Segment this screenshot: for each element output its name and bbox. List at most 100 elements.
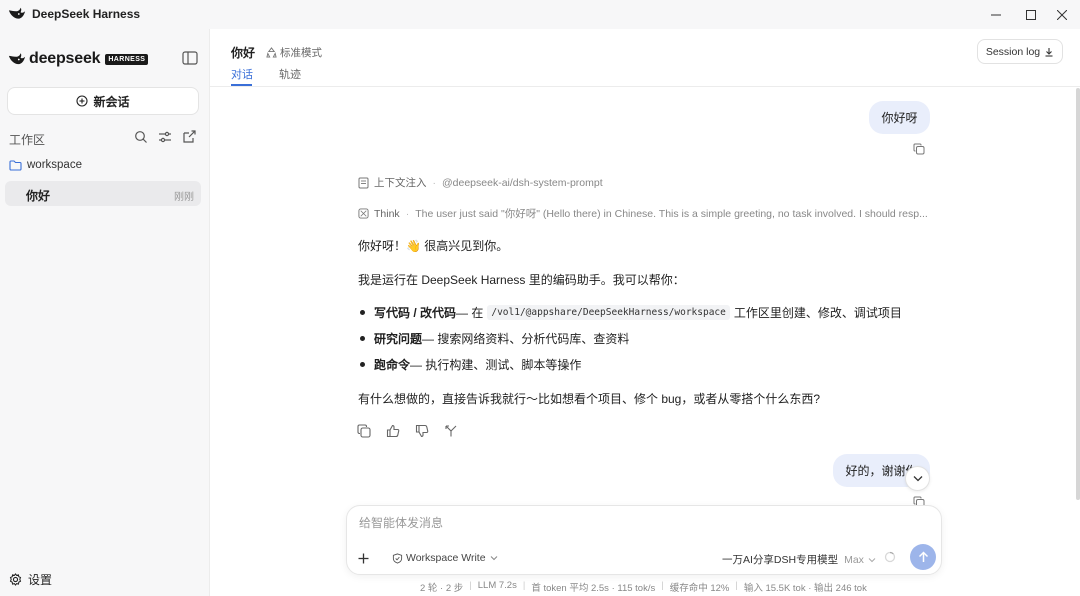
list-item: 研究问题 — 搜索网络资料、分析代码库、查资料 (358, 330, 629, 347)
session-log-label: Session log (985, 45, 1041, 58)
think-row[interactable]: Think · The user just said "你好呀" (Hello … (358, 206, 928, 221)
assistant-intro: 我是运行在 DeepSeek Harness 里的编码助手。我可以帮你： (358, 273, 685, 287)
title-bar: DeepSeek Harness (0, 0, 1080, 29)
close-button[interactable] (1044, 0, 1080, 29)
new-folder-icon[interactable] (182, 130, 196, 144)
tab-conversation[interactable]: 对话 (231, 66, 253, 82)
whale-logo-icon (8, 52, 26, 64)
recycle-icon (266, 47, 277, 58)
think-label: Think (374, 207, 400, 220)
chevron-down-icon (868, 557, 876, 562)
plus-circle-icon (76, 95, 89, 107)
context-label: 上下文注入 (374, 177, 427, 189)
settings-label: 设置 (28, 573, 53, 587)
chat-scrollbar[interactable] (1076, 88, 1080, 500)
separator-dot: · (405, 207, 410, 220)
status-tokens: 输入 15.5K tok · 输出 246 tok (743, 583, 867, 594)
folder-name: workspace (27, 159, 82, 171)
minimize-button[interactable] (978, 0, 1014, 29)
bullet-dot (360, 362, 365, 367)
session-title: 你好 (26, 189, 51, 203)
list-item-text: — 在 (456, 306, 484, 320)
sidebar-toggle-icon[interactable] (182, 51, 198, 65)
attach-button[interactable] (355, 550, 371, 566)
separator-dot: · (432, 176, 437, 189)
user-message: 你好呀 (869, 101, 930, 134)
session-log-button[interactable]: Session log (977, 39, 1063, 64)
copy-icon[interactable] (913, 143, 925, 155)
download-icon (1045, 47, 1053, 57)
copy-icon[interactable] (357, 424, 371, 438)
status-cache-hit: 缓存命中 12% (669, 583, 730, 594)
new-chat-button[interactable]: 新会话 (7, 87, 199, 115)
session-time: 刚刚 (174, 192, 194, 203)
logo-badge: HARNESS (105, 53, 149, 65)
chat-header: 你好 标准模式 对话 轨迹 Session log (210, 29, 1080, 87)
context-injection-row[interactable]: 上下文注入 · @deepseek-ai/dsh-system-prompt (358, 175, 603, 190)
close-icon (1057, 9, 1067, 20)
bullet-dot (360, 310, 365, 315)
status-llm-time: LLM 7.2s (477, 580, 517, 591)
filter-sliders-icon[interactable] (158, 130, 172, 144)
message-input[interactable] (359, 516, 919, 530)
permission-selector[interactable]: Workspace Write (392, 552, 501, 564)
logo-text: deepseek (29, 50, 101, 67)
user-message-text: 你好呀 (881, 111, 918, 125)
list-item: 写代码 / 改代码 — 在 /vol1/@appshare/DeepSeekHa… (358, 304, 902, 321)
brand-logo: deepseek HARNESS (8, 50, 149, 68)
status-first-token: 首 token 平均 2.5s · 115 tok/s (531, 583, 656, 594)
message-actions (357, 424, 473, 438)
scroll-to-bottom-button[interactable] (905, 466, 930, 491)
sidebar: deepseek HARNESS 新会话 工作区 workspace 你好 刚刚… (0, 29, 210, 596)
list-item-title: 研究问题 (374, 332, 423, 346)
assistant-closing: 有什么想做的，直接告诉我就行～比如想看个项目、修个 bug，或者从零搭个什么东西… (358, 392, 821, 406)
effort-level: Max (844, 553, 864, 566)
document-icon (358, 177, 369, 188)
chevron-down-icon (913, 476, 922, 482)
list-item-text: — 执行构建、测试、脚本等操作 (410, 358, 582, 372)
thumbs-down-icon[interactable] (415, 424, 429, 438)
active-tab-indicator (231, 84, 252, 86)
list-item: 跑命令 — 执行构建、测试、脚本等操作 (358, 356, 581, 373)
status-bar: 2 轮 · 2 步 | LLM 7.2s | 首 token 平均 2.5s ·… (420, 580, 867, 594)
workspace-label: 工作区 (9, 133, 46, 147)
branch-icon[interactable] (444, 424, 458, 438)
folder-workspace[interactable]: workspace (9, 159, 82, 171)
session-item[interactable]: 你好 刚刚 (5, 181, 201, 206)
minimize-icon (991, 14, 1001, 15)
gear-icon (9, 573, 22, 586)
arrow-up-icon (918, 551, 928, 562)
new-chat-label: 新会话 (93, 94, 130, 109)
bullet-dot (360, 336, 365, 341)
list-item-text: — 搜索网络资料、分析代码库、查资料 (422, 332, 630, 346)
maximize-icon (1026, 9, 1036, 20)
brain-icon (358, 208, 369, 219)
context-source: @deepseek-ai/dsh-system-prompt (442, 176, 603, 189)
chat-title: 你好 (231, 46, 256, 60)
think-text: The user just said "你好呀" (Hello there) i… (415, 208, 928, 220)
send-button[interactable] (910, 544, 936, 570)
status-separator: | (735, 580, 738, 591)
assistant-greeting: 你好呀！👋 很高兴见到你。 (358, 239, 509, 253)
tab-trajectory[interactable]: 轨迹 (279, 66, 301, 82)
list-item-text: 工作区里创建、修改、调试项目 (733, 306, 902, 320)
list-item-title: 写代码 / 改代码 (374, 306, 457, 320)
shield-icon (392, 552, 403, 564)
status-turns: 2 轮 · 2 步 (420, 583, 464, 594)
chevron-down-icon (490, 556, 497, 561)
status-separator: | (469, 580, 472, 591)
inline-code-path: /vol1/@appshare/DeepSeekHarness/workspac… (487, 305, 730, 320)
status-separator: | (522, 580, 526, 591)
thumbs-up-icon[interactable] (386, 424, 400, 438)
search-icon[interactable] (134, 130, 148, 144)
status-separator: | (661, 580, 664, 591)
mode-indicator[interactable]: 标准模式 (266, 45, 322, 60)
list-item-title: 跑命令 (374, 358, 411, 372)
whale-logo-icon (8, 7, 26, 19)
model-selector[interactable]: 一万AI分享DSH专用模型 Max (722, 552, 876, 567)
context-usage-ring-icon[interactable] (884, 551, 896, 563)
message-composer: Workspace Write 一万AI分享DSH专用模型 Max (346, 505, 942, 575)
settings-button[interactable]: 设置 (9, 571, 52, 588)
plus-icon (358, 553, 368, 563)
window-title: DeepSeek Harness (32, 7, 141, 21)
